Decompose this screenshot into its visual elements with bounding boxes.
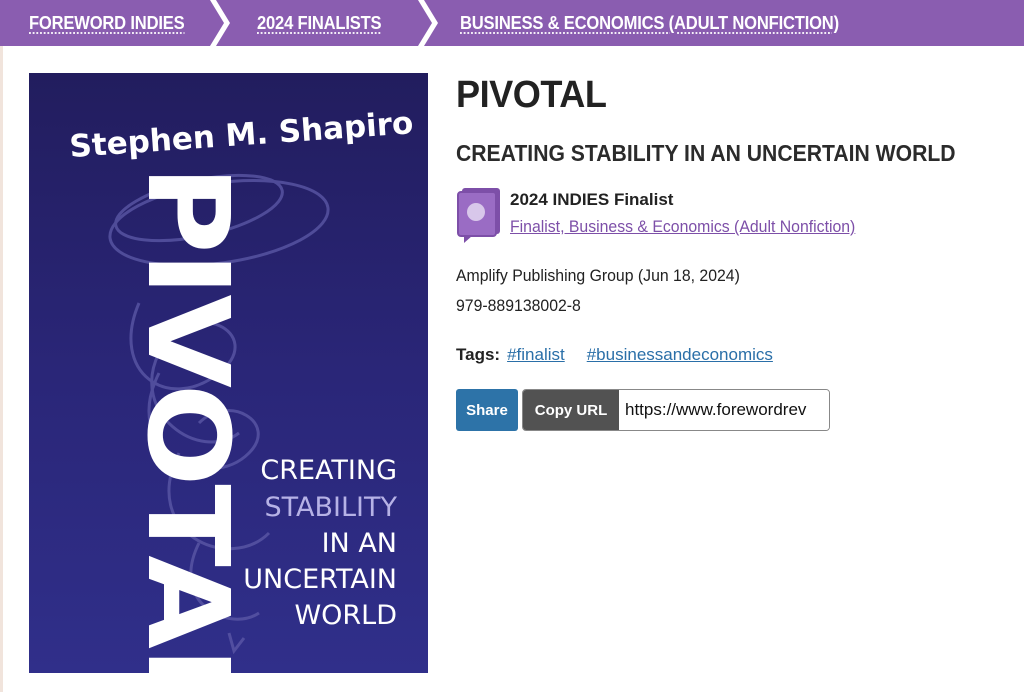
award-book-icon [457, 188, 500, 243]
chevron-right-icon [210, 0, 230, 46]
page-edge [0, 46, 3, 692]
cover-tagline-line: UNCERTAIN [243, 564, 397, 595]
tag-link-finalist[interactable]: #finalist [507, 345, 565, 365]
breadcrumb-item-business-economics[interactable]: BUSINESS & ECONOMICS (ADULT NONFICTION) [460, 0, 872, 46]
breadcrumb-item-foreword-indies[interactable]: FOREWORD INDIES [29, 0, 198, 46]
isbn: 979-889138002-8 [456, 296, 581, 315]
breadcrumb-link[interactable]: 2024 FINALISTS [257, 13, 382, 34]
copy-url-group: Copy URL [522, 389, 830, 431]
chevron-right-icon [418, 0, 438, 46]
share-button[interactable]: Share [456, 389, 518, 431]
url-field[interactable] [619, 390, 829, 430]
tags-label: Tags: [456, 345, 501, 364]
book-title: PIVOTAL [456, 74, 607, 116]
cover-tagline: CREATING STABILITY IN AN UNCERTAIN WORLD [243, 455, 397, 631]
breadcrumb: FOREWORD INDIES 2024 FINALISTS BUSINESS … [0, 0, 1024, 46]
cover-tagline-line: CREATING [260, 455, 397, 486]
publisher-info: Amplify Publishing Group (Jun 18, 2024) [456, 266, 740, 285]
cover-tagline-line: IN AN [322, 528, 397, 559]
cover-tagline-line: STABILITY [265, 492, 398, 523]
award-title: 2024 INDIES Finalist [510, 190, 674, 209]
breadcrumb-link[interactable]: FOREWORD INDIES [29, 13, 185, 34]
cover-tagline-line: WORLD [294, 600, 397, 631]
tags-row: Tags: #finalist #businessandeconomics [456, 345, 795, 365]
copy-url-button[interactable]: Copy URL [523, 390, 619, 430]
cover-title: PIVOTAL [122, 165, 252, 673]
breadcrumb-item-2024-finalists[interactable]: 2024 FINALISTS [257, 0, 392, 46]
cover-author: Stephen M. Shapiro [68, 105, 414, 165]
cover-art: Stephen M. Shapiro PIVOTAL CREATING STAB… [68, 105, 414, 673]
tag-link-businessandeconomics[interactable]: #businessandeconomics [587, 345, 773, 365]
award-category-link[interactable]: Finalist, Business & Economics (Adult No… [510, 217, 855, 237]
book-cover-image: Stephen M. Shapiro PIVOTAL CREATING STAB… [29, 73, 428, 673]
share-controls: Share Copy URL [456, 389, 830, 431]
book-subtitle: CREATING STABILITY IN AN UNCERTAIN WORLD [456, 140, 956, 166]
breadcrumb-link[interactable]: BUSINESS & ECONOMICS (ADULT NONFICTION) [460, 13, 839, 34]
